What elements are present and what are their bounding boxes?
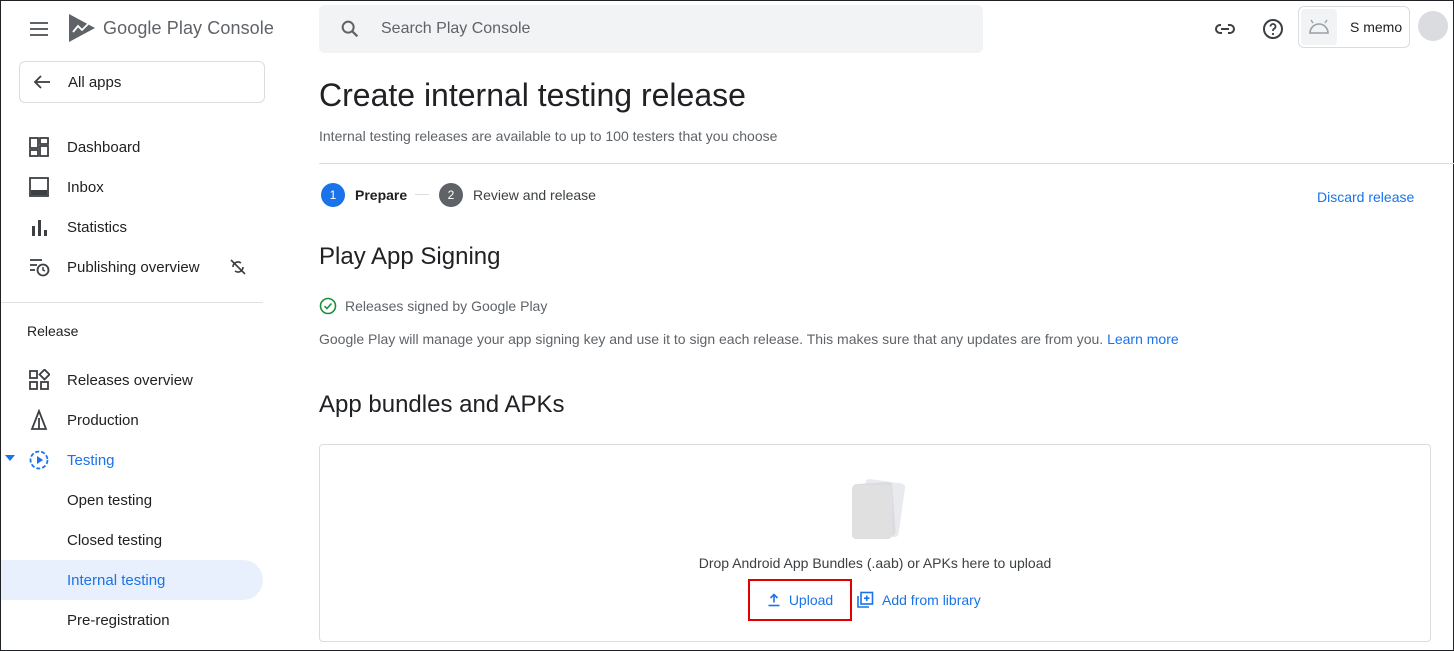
sidebar-item-label: Closed testing xyxy=(67,531,163,549)
step-prepare[interactable]: 1 Prepare xyxy=(321,183,407,207)
sidebar-divider xyxy=(1,302,263,303)
sidebar-item-releases-overview[interactable]: Releases overview xyxy=(1,360,263,400)
menu-bar xyxy=(30,22,48,24)
sidebar-item-production[interactable]: Production xyxy=(1,400,263,440)
sidebar-item-open-testing[interactable]: Open testing xyxy=(1,480,263,520)
all-apps-label: All apps xyxy=(68,73,122,91)
sidebar-item-label: Open testing xyxy=(67,491,153,509)
step-label: Review and release xyxy=(473,187,596,203)
drop-instructions: Drop Android App Bundles (.aab) or APKs … xyxy=(698,555,1052,571)
check-circle-icon xyxy=(319,297,337,315)
step-label: Prepare xyxy=(355,187,408,203)
library-add-icon xyxy=(857,591,874,608)
sidebar-item-publishing-overview[interactable]: Publishing overview xyxy=(1,247,263,287)
sidebar-item-dashboard[interactable]: Dashboard xyxy=(1,127,263,167)
add-from-library-button[interactable]: Add from library xyxy=(856,591,981,609)
main-menu-button[interactable] xyxy=(27,17,51,41)
menu-bar xyxy=(30,34,48,36)
android-icon xyxy=(1309,19,1329,34)
app-switcher[interactable]: S memo xyxy=(1298,6,1410,48)
sidebar-item-inbox[interactable]: Inbox xyxy=(1,167,263,207)
header-divider xyxy=(319,163,1454,164)
publishing-overview-icon xyxy=(30,259,50,277)
sidebar-item-label: Releases overview xyxy=(67,371,193,389)
search-bar[interactable] xyxy=(319,5,983,53)
inbox-icon xyxy=(29,177,49,197)
sidebar-item-statistics[interactable]: Statistics xyxy=(1,207,263,247)
sync-disabled-icon xyxy=(230,259,246,275)
sidebar-item-label: Pre-registration xyxy=(67,611,170,629)
page-subtitle: Internal testing releases are available … xyxy=(319,128,778,144)
step-connector xyxy=(415,194,429,195)
statistics-icon xyxy=(32,220,47,236)
link-icon[interactable] xyxy=(1213,17,1237,41)
discard-release-button[interactable]: Discard release xyxy=(1317,189,1414,205)
menu-bar xyxy=(30,28,48,30)
dashboard-icon xyxy=(29,137,49,157)
signing-description: Google Play will manage your app signing… xyxy=(319,331,1179,347)
signing-description-text: Google Play will manage your app signing… xyxy=(319,331,1104,347)
learn-more-link[interactable]: Learn more xyxy=(1107,331,1179,347)
step-review[interactable]: 2 Review and release xyxy=(439,183,596,207)
sidebar-item-closed-testing[interactable]: Closed testing xyxy=(1,520,263,560)
sidebar-item-label: Dashboard xyxy=(67,138,141,156)
add-from-library-label: Add from library xyxy=(882,592,981,608)
sidebar-item-internal-testing[interactable]: Internal testing xyxy=(1,560,263,600)
play-console-logo-icon xyxy=(69,14,95,42)
documents-icon xyxy=(852,478,906,539)
step-number: 1 xyxy=(321,183,345,207)
avatar[interactable] xyxy=(1418,11,1448,41)
signing-status-label: Releases signed by Google Play xyxy=(345,298,548,314)
testing-icon xyxy=(29,450,49,470)
app-bundles-heading: App bundles and APKs xyxy=(319,391,565,418)
sidebar-section-release: Release xyxy=(27,323,79,339)
upload-icon xyxy=(768,593,780,607)
sidebar-item-label: Production xyxy=(67,411,139,429)
all-apps-button[interactable]: All apps xyxy=(19,61,265,103)
app-name: S memo xyxy=(1350,19,1403,35)
upload-label: Upload xyxy=(788,592,834,608)
sidebar-item-pre-registration[interactable]: Pre-registration xyxy=(1,600,263,640)
arrow-back-icon xyxy=(33,75,50,89)
releases-overview-icon xyxy=(29,369,50,390)
sidebar-item-label: Internal testing xyxy=(67,571,166,589)
play-console-logo[interactable]: Google Play Console xyxy=(67,12,274,44)
upload-button[interactable]: Upload xyxy=(748,579,852,621)
sidebar-item-label: Inbox xyxy=(67,178,104,196)
step-number: 2 xyxy=(439,183,463,207)
sidebar-item-label: Publishing overview xyxy=(67,258,200,276)
play-app-signing-heading: Play App Signing xyxy=(319,243,501,270)
sidebar-item-label: Statistics xyxy=(67,218,128,236)
upload-dropzone[interactable]: Drop Android App Bundles (.aab) or APKs … xyxy=(319,444,1431,642)
signing-status: Releases signed by Google Play xyxy=(319,297,547,315)
page-title: Create internal testing release xyxy=(319,77,746,113)
sidebar-item-label: Testing xyxy=(67,451,115,469)
app-thumbnail xyxy=(1301,9,1337,45)
help-icon[interactable] xyxy=(1261,17,1285,41)
logo-text: Google Play Console xyxy=(103,17,275,38)
search-input[interactable] xyxy=(381,20,941,38)
sidebar-item-testing[interactable]: Testing xyxy=(1,440,263,480)
search-icon xyxy=(341,20,359,38)
production-icon xyxy=(30,409,48,430)
